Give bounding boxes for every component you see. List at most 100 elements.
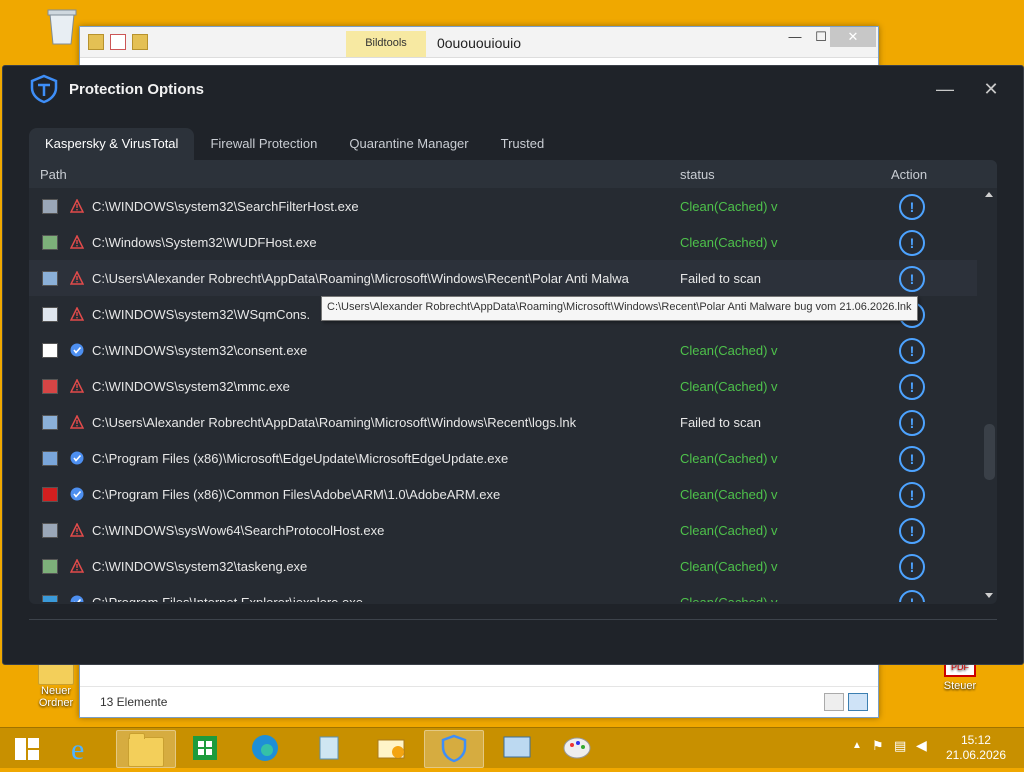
minimize-button[interactable]: — bbox=[934, 78, 956, 100]
ie-icon bbox=[42, 595, 58, 602]
taskbar-control-panel-button[interactable] bbox=[488, 730, 546, 766]
clock-date: 21.06.2026 bbox=[945, 748, 1006, 762]
file-path: C:\Program Files (x86)\Common Files\Adob… bbox=[92, 487, 501, 502]
warning-triangle-icon bbox=[70, 415, 84, 429]
warning-triangle-icon bbox=[70, 307, 84, 321]
warning-triangle-icon bbox=[70, 235, 84, 249]
tab-quarantine-manager[interactable]: Quarantine Manager bbox=[333, 128, 484, 160]
start-button-icon[interactable] bbox=[14, 737, 40, 761]
mail-icon bbox=[377, 739, 405, 759]
path-tooltip: C:\Users\Alexander Robrecht\AppData\Roam… bbox=[321, 296, 918, 321]
folder-icon bbox=[128, 733, 164, 767]
shield-logo-icon bbox=[30, 74, 58, 104]
large-icons-view-button[interactable] bbox=[848, 693, 868, 711]
system-tray: ▲ ⚑ ▤ ◀ 15:12 21.06.2026 bbox=[844, 728, 1024, 768]
network-icon[interactable]: ▤ bbox=[894, 738, 906, 754]
table-row[interactable]: C:\Windows\System32\WUDFHost.exe Clean(Ca… bbox=[29, 224, 977, 260]
table-row[interactable]: C:\WINDOWS\sysWow64\SearchProtocolHost.e… bbox=[29, 512, 977, 548]
scan-status: Clean(Cached) v bbox=[680, 595, 778, 602]
app-window-icon bbox=[42, 235, 58, 250]
warning-triangle-icon bbox=[70, 523, 84, 537]
info-action-icon[interactable]: ! bbox=[899, 518, 925, 544]
taskbar-ie-button[interactable]: e bbox=[56, 730, 114, 766]
action-center-icon[interactable]: ⚑ bbox=[872, 738, 884, 754]
file-path: C:\Windows\System32\WUDFHost.exe bbox=[92, 235, 317, 250]
scan-results-panel: Path status Action C:\WINDOWS\system32\S… bbox=[29, 160, 997, 604]
app-title: Protection Options bbox=[69, 81, 204, 98]
table-row[interactable]: C:\Program Files\Internet Explorer\iexpl… bbox=[29, 584, 977, 602]
taskbar-notepad-button[interactable] bbox=[300, 730, 358, 766]
shortcut-icon bbox=[42, 271, 58, 286]
document-icon bbox=[42, 307, 58, 322]
search-host-icon bbox=[42, 523, 58, 538]
table-row[interactable]: C:\Program Files (x86)\Common Files\Adob… bbox=[29, 476, 977, 512]
protection-options-window[interactable]: Protection Options — ✕ Kaspersky & Virus… bbox=[2, 65, 1024, 665]
info-action-icon[interactable]: ! bbox=[899, 590, 925, 602]
info-action-icon[interactable]: ! bbox=[899, 266, 925, 292]
shield-logo-icon bbox=[441, 734, 467, 763]
column-action[interactable]: Action bbox=[891, 167, 927, 182]
info-action-icon[interactable]: ! bbox=[899, 230, 925, 256]
volume-icon[interactable]: ◀ bbox=[916, 737, 927, 754]
footer-divider bbox=[29, 619, 997, 620]
table-row[interactable]: C:\Program Files (x86)\Microsoft\EdgeUpd… bbox=[29, 440, 977, 476]
vertical-scrollbar[interactable] bbox=[981, 188, 997, 602]
tab-trusted[interactable]: Trusted bbox=[485, 128, 561, 160]
info-action-icon[interactable]: ! bbox=[899, 446, 925, 472]
tray-expand-icon[interactable]: ▲ bbox=[852, 740, 862, 751]
table-row[interactable]: C:\Users\Alexander Robrecht\AppData\Roam… bbox=[29, 404, 977, 440]
table-header: Path status Action bbox=[29, 160, 997, 188]
desktop-icon-label: Steuer bbox=[943, 680, 977, 692]
scroll-up-arrow-icon[interactable] bbox=[985, 192, 993, 197]
table-row[interactable]: C:\WINDOWS\system32\taskeng.exe Clean(Cac… bbox=[29, 548, 977, 584]
info-action-icon[interactable]: ! bbox=[899, 482, 925, 508]
explorer-titlebar[interactable]: Bildtools 0ouououiouio — ☐ ✕ bbox=[80, 27, 878, 58]
tab-kaspersky-virustotal[interactable]: Kaspersky & VirusTotal bbox=[29, 128, 195, 160]
scan-status: Clean(Cached) v bbox=[680, 523, 778, 538]
scan-status: Clean(Cached) v bbox=[680, 343, 778, 358]
scan-status: Clean(Cached) v bbox=[680, 199, 778, 214]
clock-time: 15:12 bbox=[960, 733, 991, 747]
taskbar-explorer-button[interactable] bbox=[116, 730, 176, 768]
details-view-button[interactable] bbox=[824, 693, 844, 711]
scroll-thumb[interactable] bbox=[984, 424, 995, 480]
table-row[interactable]: C:\Users\Alexander Robrecht\AppData\Roam… bbox=[29, 260, 977, 296]
file-path: C:\Program Files (x86)\Microsoft\EdgeUpd… bbox=[92, 451, 509, 466]
table-row[interactable]: C:\WINDOWS\system32\consent.exe Clean(Cac… bbox=[29, 332, 977, 368]
clock[interactable]: 15:12 21.06.2026 bbox=[946, 733, 1006, 763]
scan-status: Clean(Cached) v bbox=[680, 487, 778, 502]
column-status[interactable]: status bbox=[680, 167, 715, 182]
file-path: C:\WINDOWS\sysWow64\SearchProtocolHost.e… bbox=[92, 523, 385, 538]
shortcut-icon bbox=[42, 415, 58, 430]
verified-check-icon bbox=[70, 487, 84, 501]
info-action-icon[interactable]: ! bbox=[899, 410, 925, 436]
scroll-down-arrow-icon[interactable] bbox=[985, 593, 993, 598]
explorer-statusbar: 13 Elemente bbox=[80, 686, 878, 717]
column-path[interactable]: Path bbox=[40, 167, 67, 182]
file-path: C:\WINDOWS\system32\taskeng.exe bbox=[92, 559, 308, 574]
file-path: C:\Users\Alexander Robrecht\AppData\Roam… bbox=[92, 271, 629, 286]
file-path: C:\WINDOWS\system32\SearchFilterHost.exe bbox=[92, 199, 359, 214]
info-action-icon[interactable]: ! bbox=[899, 338, 925, 364]
taskbar-paint-button[interactable] bbox=[548, 730, 606, 766]
file-path: C:\Program Files\Internet Explorer\iexpl… bbox=[92, 595, 662, 602]
app-header: Protection Options — ✕ bbox=[3, 66, 1023, 114]
verified-check-icon bbox=[70, 595, 84, 602]
table-row[interactable]: C:\WINDOWS\system32\mmc.exe Clean(Cached)… bbox=[29, 368, 977, 404]
warning-triangle-icon bbox=[70, 559, 84, 573]
table-row[interactable]: C:\WINDOWS\system32\SearchFilterHost.exe… bbox=[29, 188, 977, 224]
taskbar-edge-button[interactable] bbox=[236, 730, 294, 766]
window-icon bbox=[42, 343, 58, 358]
close-button[interactable]: ✕ bbox=[980, 78, 1002, 100]
tab-firewall-protection[interactable]: Firewall Protection bbox=[194, 128, 333, 160]
taskbar-protection-app-button[interactable] bbox=[424, 730, 484, 768]
paint-palette-icon bbox=[563, 737, 591, 759]
info-action-icon[interactable]: ! bbox=[899, 194, 925, 220]
scan-status: Failed to scan bbox=[680, 271, 761, 286]
search-host-icon bbox=[42, 199, 58, 214]
taskbar-store-button[interactable] bbox=[176, 730, 234, 766]
info-action-icon[interactable]: ! bbox=[899, 374, 925, 400]
taskbar-outlook-button[interactable] bbox=[362, 730, 420, 766]
info-action-icon[interactable]: ! bbox=[899, 554, 925, 580]
close-button[interactable]: ✕ bbox=[830, 27, 876, 47]
